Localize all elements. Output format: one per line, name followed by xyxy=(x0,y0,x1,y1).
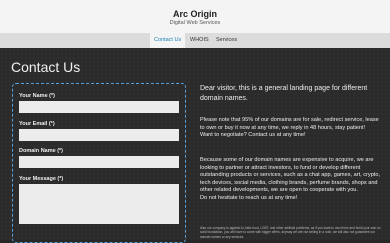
nav-bar: Contact Us WHOIS Services xyxy=(0,33,390,48)
email-field[interactable] xyxy=(19,129,179,141)
name-field[interactable] xyxy=(19,101,179,113)
main-content: Contact Us Your Name (*) Your Email (*) … xyxy=(0,48,390,243)
site-subtitle: Digital Web Services xyxy=(169,20,221,26)
name-label: Your Name (*) xyxy=(19,93,55,99)
footer-note: Also our company is against AI, fake foo… xyxy=(200,226,381,239)
sale-info: Please note that 95% of our domains are … xyxy=(200,117,384,140)
domain-label: Domain Name (*) xyxy=(19,148,64,154)
contact-form: Your Name (*) Your Email (*) Domain Name… xyxy=(12,83,186,243)
page-title: Contact Us xyxy=(11,59,81,75)
site-title[interactable]: Arc Origin xyxy=(0,9,390,19)
nav-item-contact-us[interactable]: Contact Us xyxy=(150,33,186,48)
intro-text: Dear visitor, this is a general landing … xyxy=(200,85,368,102)
email-label: Your Email (*) xyxy=(19,121,55,127)
reach-us-text: Do not hesitate to reach us at any time! xyxy=(200,194,298,201)
message-label: Your Message (*) xyxy=(19,176,64,182)
site-header: Arc Origin Digital Web Services xyxy=(0,0,390,33)
nav-item-services[interactable]: Services xyxy=(212,33,241,48)
sale-info-text: Please note that 95% of our domains are … xyxy=(200,117,379,131)
domain-field[interactable] xyxy=(19,156,179,168)
negotiate-text: Want to negotiate? Contact us at any tim… xyxy=(200,132,306,139)
partner-info-text: Because some of our domain names are exp… xyxy=(200,157,381,194)
nav-item-whois[interactable]: WHOIS xyxy=(186,33,213,48)
partner-info: Because some of our domain names are exp… xyxy=(200,157,384,203)
message-field[interactable] xyxy=(19,184,179,224)
